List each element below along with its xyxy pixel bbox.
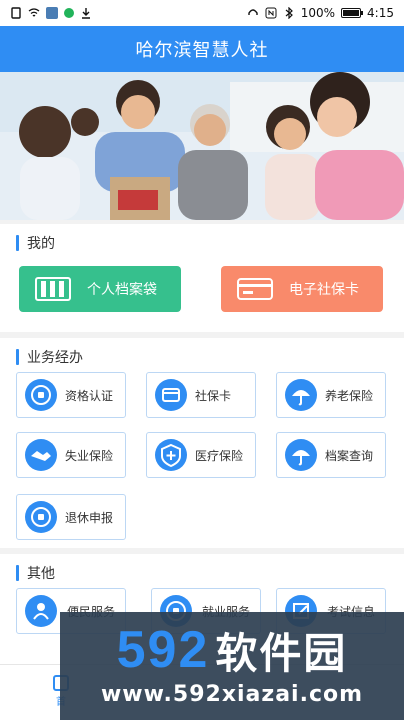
watermark-brand-text: 软件园 <box>215 628 348 678</box>
family-photo-image <box>0 72 404 220</box>
e-social-security-card-label: 电子社保卡 <box>289 282 359 298</box>
nfc-icon <box>265 7 277 19</box>
other-section-title: 其他 <box>27 566 55 582</box>
business-section: 业务经办 资格认证 社保卡 养老保险 失业保险 医疗保险 档案查询 退休申报 <box>0 338 404 548</box>
watermark-digits: 592 <box>116 621 210 679</box>
umbrella-icon <box>285 379 317 411</box>
headset-icon <box>247 7 259 19</box>
umbrella-icon <box>285 439 317 471</box>
bluetooth-icon <box>283 6 295 20</box>
clock: 4:15 <box>367 6 394 20</box>
watermark-brand: 592 软件园 <box>66 621 398 679</box>
pension-insurance-button[interactable]: 养老保险 <box>276 372 386 418</box>
app-notify-icon <box>46 7 58 19</box>
qualification-certification-button[interactable]: 资格认证 <box>16 372 126 418</box>
e-social-security-card-button[interactable]: 电子社保卡 <box>221 266 383 312</box>
retirement-declaration-button[interactable]: 退休申报 <box>16 494 126 540</box>
medical-insurance-button[interactable]: 医疗保险 <box>146 432 256 478</box>
watermark-banner: 592 软件园 www.592xiazai.com <box>60 612 404 720</box>
watermark-url: www.592xiazai.com <box>100 682 364 707</box>
section-accent-bar <box>16 235 19 251</box>
service-label: 医疗保险 <box>195 448 244 463</box>
medical-shield-icon <box>155 439 187 471</box>
section-accent-bar <box>16 349 19 365</box>
my-section-header: 我的 <box>16 234 55 252</box>
face-scan-icon <box>25 501 57 533</box>
service-label: 社保卡 <box>195 388 232 403</box>
download-icon <box>80 7 92 19</box>
social-security-card-button[interactable]: 社保卡 <box>146 372 256 418</box>
status-bar: 100% 4:15 <box>0 0 404 26</box>
people-icon <box>25 595 57 627</box>
service-label: 养老保险 <box>325 388 374 403</box>
page-title: 哈尔滨智慧人社 <box>135 40 269 61</box>
status-left <box>10 7 92 19</box>
personal-archive-button[interactable]: 个人档案袋 <box>19 266 181 312</box>
green-dot-icon <box>64 8 74 18</box>
other-section-header: 其他 <box>16 564 55 582</box>
personal-archive-label: 个人档案袋 <box>87 282 157 298</box>
face-scan-icon <box>25 379 57 411</box>
card-icon <box>235 276 275 302</box>
section-accent-bar <box>16 565 19 581</box>
service-label: 档案查询 <box>325 448 374 463</box>
hero-banner <box>0 72 404 220</box>
archive-icon <box>33 276 73 302</box>
service-label: 退休申报 <box>65 510 114 525</box>
archive-query-button[interactable]: 档案查询 <box>276 432 386 478</box>
handshake-icon <box>25 439 57 471</box>
wifi-icon <box>28 7 40 19</box>
status-right: 100% 4:15 <box>247 6 394 20</box>
service-label: 资格认证 <box>65 388 114 403</box>
battery-icon <box>341 8 364 18</box>
business-section-header: 业务经办 <box>16 348 83 366</box>
battery-percent: 100% <box>300 6 336 20</box>
sim-icon <box>10 7 22 19</box>
service-label: 失业保险 <box>65 448 114 463</box>
business-section-title: 业务经办 <box>27 350 83 366</box>
app-bar: 哈尔滨智慧人社 <box>0 26 404 72</box>
card-icon <box>155 379 187 411</box>
unemployment-insurance-button[interactable]: 失业保险 <box>16 432 126 478</box>
my-section: 我的 个人档案袋 电子社保卡 <box>0 224 404 332</box>
my-section-title: 我的 <box>27 236 55 252</box>
